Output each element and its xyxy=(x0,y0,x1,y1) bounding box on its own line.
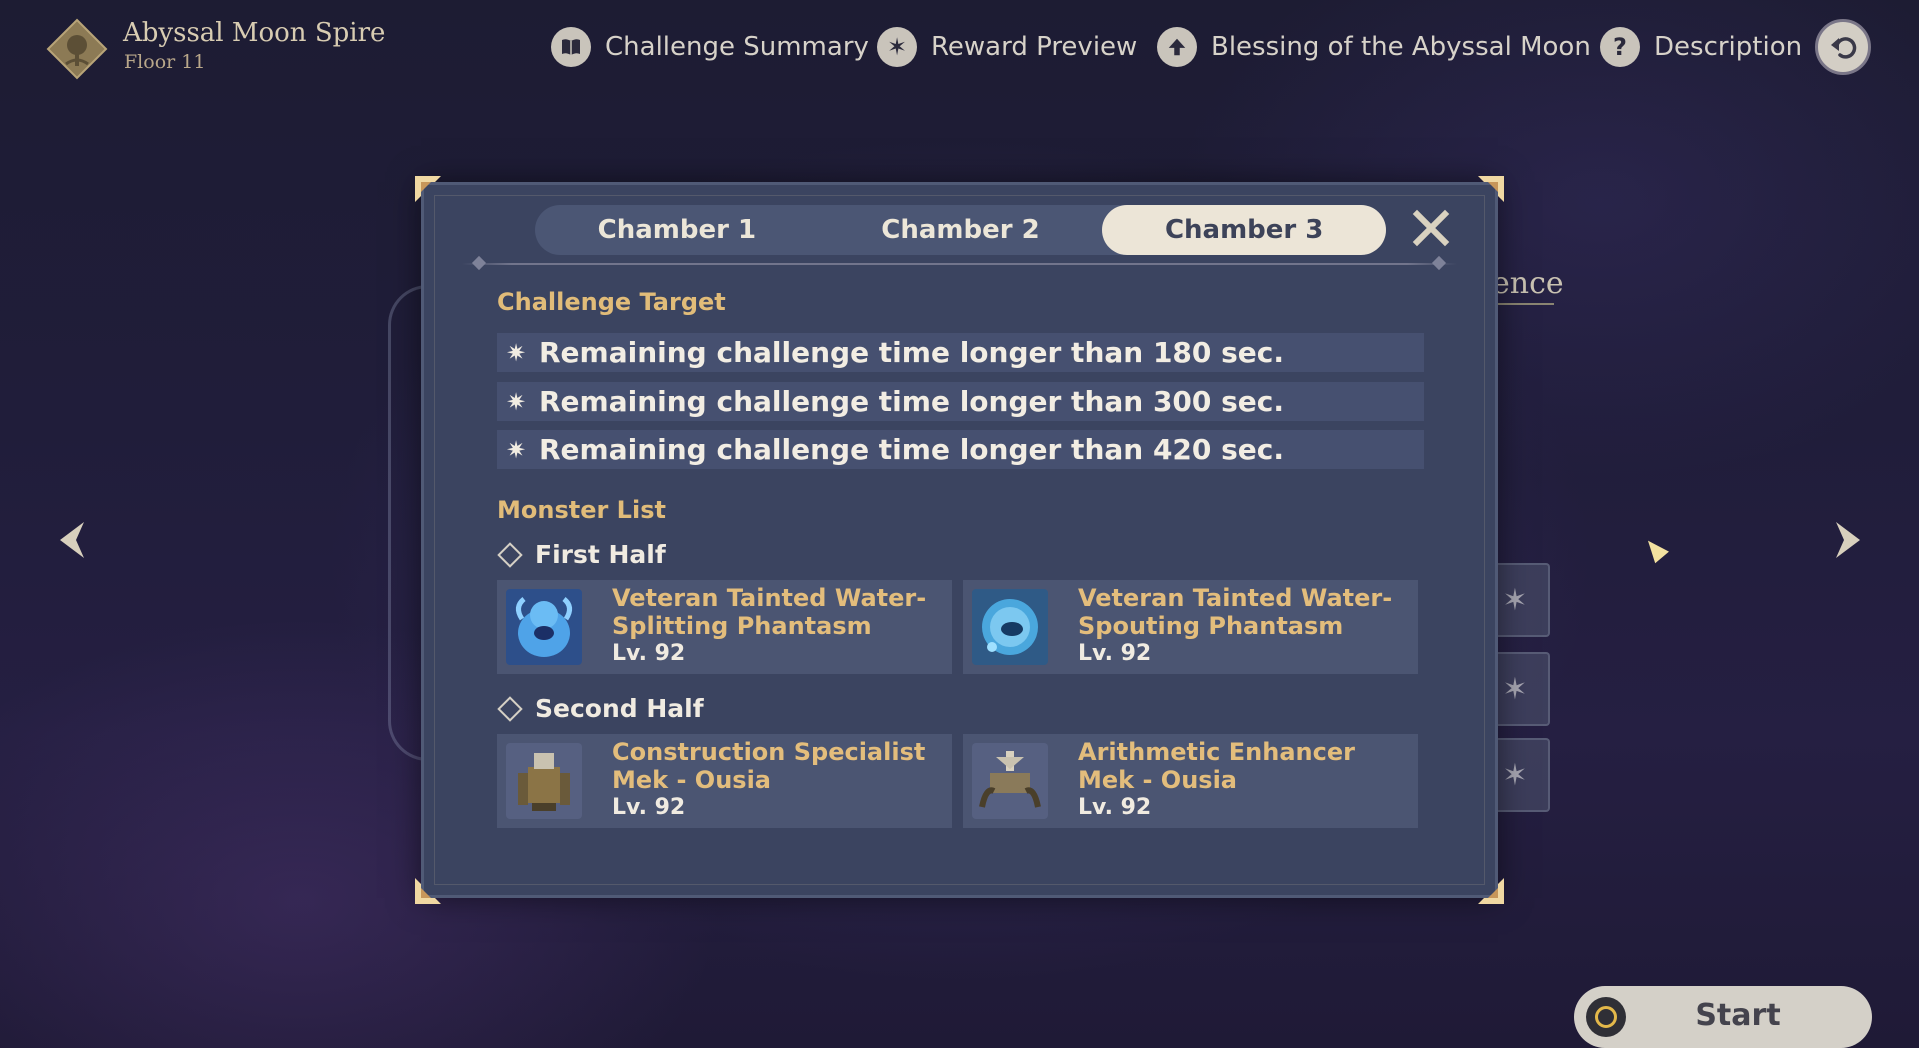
monster-level: Lv. 92 xyxy=(1078,795,1152,820)
challenge-target-row: ✷ Remaining challenge time longer than 3… xyxy=(497,382,1424,421)
monster-card[interactable]: Veteran Tainted Water-Splitting Phantasm… xyxy=(497,580,952,674)
star-icon: ✷ xyxy=(505,387,527,416)
challenge-target-row: ✷ Remaining challenge time longer than 4… xyxy=(497,430,1424,469)
cursor-icon xyxy=(1641,534,1669,564)
abyss-tree-icon xyxy=(46,18,108,80)
corner-ornament-icon xyxy=(413,174,443,204)
back-button[interactable] xyxy=(1815,19,1871,75)
second-half-text: Second Half xyxy=(535,694,704,723)
blessing-button[interactable]: Blessing of the Abyssal Moon xyxy=(1157,24,1591,70)
start-label: Start xyxy=(1695,998,1781,1033)
monster-card[interactable]: Veteran Tainted Water-Spouting Phantasm … xyxy=(963,580,1418,674)
challenge-target-row: ✷ Remaining challenge time longer than 1… xyxy=(497,333,1424,372)
question-icon: ? xyxy=(1600,27,1640,67)
monster-name: Veteran Tainted Water-Spouting Phantasm xyxy=(1078,584,1393,640)
mek-icon xyxy=(506,743,582,819)
tab-chamber-3[interactable]: Chamber 3 xyxy=(1102,205,1387,255)
monster-level: Lv. 92 xyxy=(612,795,686,820)
blessing-label: Blessing of the Abyssal Moon xyxy=(1211,32,1591,62)
challenge-target-text: Remaining challenge time longer than 180… xyxy=(539,336,1285,369)
first-half-text: First Half xyxy=(535,540,666,569)
second-half-label: Second Half xyxy=(497,694,704,723)
corner-ornament-icon xyxy=(1476,174,1506,204)
background-partial-text: ence xyxy=(1492,266,1564,301)
reward-preview-button[interactable]: ✶ Reward Preview xyxy=(877,24,1137,70)
reward-preview-label: Reward Preview xyxy=(931,32,1138,62)
water-phantasm-icon xyxy=(506,589,582,665)
chamber-tabs: Chamber 1 Chamber 2 Chamber 3 xyxy=(535,205,1387,255)
star-icon: ✷ xyxy=(505,338,527,367)
previous-arrow-icon[interactable] xyxy=(54,518,92,562)
tab-divider xyxy=(462,263,1457,265)
challenge-target-heading: Challenge Target xyxy=(497,288,726,316)
upload-arrow-icon xyxy=(1157,27,1197,67)
start-button[interactable]: Start xyxy=(1574,986,1872,1048)
monster-card[interactable]: Construction Specialist Mek - Ousia Lv. … xyxy=(497,734,952,828)
description-button[interactable]: ? Description xyxy=(1600,24,1802,70)
monster-name: Arithmetic Enhancer Mek - Ousia xyxy=(1078,738,1355,794)
corner-ornament-icon xyxy=(413,876,443,906)
spire-title: Abyssal Moon Spire xyxy=(123,18,386,48)
challenge-summary-label: Challenge Summary xyxy=(605,32,869,62)
description-label: Description xyxy=(1654,32,1803,62)
monster-list-heading: Monster List xyxy=(497,496,666,524)
tab-chamber-2[interactable]: Chamber 2 xyxy=(819,205,1103,255)
water-phantasm-icon xyxy=(972,589,1048,665)
star-icon: ✷ xyxy=(505,435,527,464)
challenge-target-text: Remaining challenge time longer than 300… xyxy=(539,385,1285,418)
tab-chamber-1[interactable]: Chamber 1 xyxy=(535,205,819,255)
challenge-summary-button[interactable]: Challenge Summary xyxy=(551,24,869,70)
mek-icon xyxy=(972,743,1048,819)
floor-label: Floor 11 xyxy=(124,51,206,73)
corner-ornament-icon xyxy=(1476,876,1506,906)
challenge-target-text: Remaining challenge time longer than 420… xyxy=(539,433,1285,466)
monster-card[interactable]: Arithmetic Enhancer Mek - Ousia Lv. 92 xyxy=(963,734,1418,828)
monster-level: Lv. 92 xyxy=(1078,641,1152,666)
star-badge-icon: ✶ xyxy=(877,27,917,67)
monster-name: Veteran Tainted Water-Splitting Phantasm xyxy=(612,584,927,640)
book-icon xyxy=(551,27,591,67)
first-half-label: First Half xyxy=(497,540,666,569)
diamond-icon xyxy=(497,541,523,568)
diamond-icon xyxy=(497,695,523,722)
monster-level: Lv. 92 xyxy=(612,641,686,666)
return-arrow-icon xyxy=(1831,37,1857,59)
next-arrow-icon[interactable] xyxy=(1828,518,1866,562)
top-bar: Abyssal Moon Spire Floor 11 Challenge Su… xyxy=(0,0,1919,100)
close-icon[interactable] xyxy=(1409,206,1453,250)
monster-name: Construction Specialist Mek - Ousia xyxy=(612,738,926,794)
